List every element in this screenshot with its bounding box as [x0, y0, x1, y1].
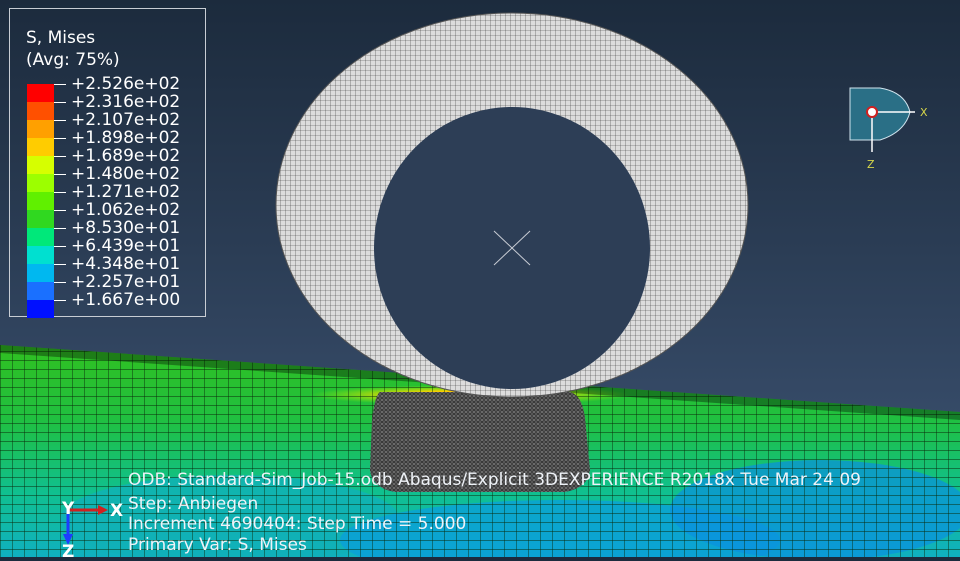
- legend-swatch: [27, 228, 54, 246]
- legend-value: +4.348e+01: [54, 255, 180, 273]
- legend-value: +1.062e+02: [54, 201, 180, 219]
- legend-value: +6.439e+01: [54, 237, 180, 255]
- triad-x-label: X: [110, 501, 123, 521]
- view-cube-z-label: Z: [867, 158, 875, 171]
- view-cube-x-label: X: [920, 106, 928, 119]
- triad-z-label: Z: [62, 542, 74, 557]
- legend-value: +1.271e+02: [54, 183, 180, 201]
- ring-roller: [275, 12, 749, 398]
- legend-swatch: [27, 300, 54, 318]
- legend-value: +2.316e+02: [54, 93, 180, 111]
- legend-value: +8.530e+01: [54, 219, 180, 237]
- legend-value: +2.526e+02: [54, 75, 180, 93]
- legend-value: +1.667e+00: [54, 291, 180, 309]
- view-orientation-cube[interactable]: X Z: [849, 87, 928, 171]
- legend-title: S, Mises: [26, 28, 96, 48]
- legend-value: +1.480e+02: [54, 165, 180, 183]
- legend-swatch: [27, 192, 54, 210]
- increment-line: Increment 4690404: Step Time = 5.000: [128, 514, 467, 534]
- legend-swatch: [27, 138, 54, 156]
- odb-info-line: ODB: Standard-Sim_Job-15.odb Abaqus/Expl…: [128, 470, 861, 490]
- legend-swatch: [27, 210, 54, 228]
- triad-y-label: Y: [61, 499, 75, 519]
- legend-value: +2.257e+01: [54, 273, 180, 291]
- legend-swatch: [27, 156, 54, 174]
- primary-var-line: Primary Var: S, Mises: [128, 535, 307, 555]
- legend-swatch: [27, 282, 54, 300]
- legend-swatch: [27, 264, 54, 282]
- legend-swatch: [27, 174, 54, 192]
- legend-value: +1.689e+02: [54, 147, 180, 165]
- legend-swatch: [27, 246, 54, 264]
- legend-averaging: (Avg: 75%): [26, 50, 120, 70]
- legend-swatch: [27, 84, 54, 102]
- legend-value: +2.107e+02: [54, 111, 180, 129]
- legend-color-bar: [27, 84, 54, 318]
- step-line: Step: Anbiegen: [128, 494, 259, 514]
- legend-swatch: [27, 120, 54, 138]
- model-viewport[interactable]: X Z X Y Z S, Mises (Avg: 75%) +2.526e+02…: [0, 0, 960, 561]
- legend-swatch: [27, 102, 54, 120]
- legend-value: +1.898e+02: [54, 129, 180, 147]
- stress-legend: S, Mises (Avg: 75%) +2.526e+02 +2.316e+02…: [9, 8, 206, 318]
